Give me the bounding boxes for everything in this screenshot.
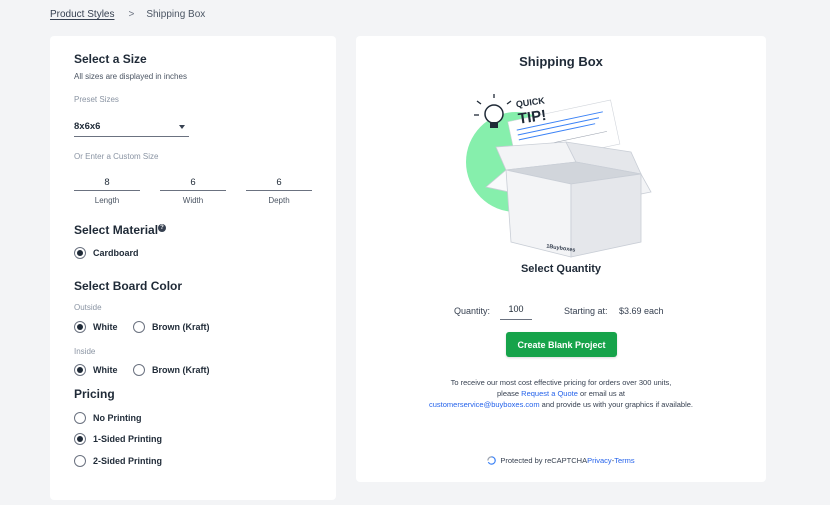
- breadcrumb: Product Styles > Shipping Box: [50, 9, 205, 20]
- request-quote-link[interactable]: Request a Quote: [521, 389, 578, 398]
- depth-field: 6 Depth: [246, 174, 312, 205]
- radio-empty-icon: [133, 364, 145, 376]
- select-quantity-heading: Select Quantity: [520, 263, 602, 275]
- outside-brown-label: Brown (Kraft): [152, 322, 210, 332]
- board-color-heading: Select Board Color: [74, 279, 183, 293]
- length-label: Length: [94, 196, 120, 205]
- select-size-heading: Select a Size: [74, 52, 147, 66]
- inside-brown-radio[interactable]: Brown (Kraft): [133, 364, 210, 376]
- material-cardboard-label: Cardboard: [93, 248, 139, 258]
- preset-sizes-label: Preset Sizes: [74, 95, 119, 104]
- outside-brown-radio[interactable]: Brown (Kraft): [133, 321, 210, 333]
- options-panel: Select a Size All sizes are displayed in…: [50, 36, 336, 500]
- radio-selected-icon: [74, 433, 86, 445]
- pricing-heading: Pricing: [74, 387, 115, 401]
- product-panel: Shipping Box QUICK TIP! 1Buyboxes Select…: [356, 36, 766, 482]
- recaptcha-notice: Protected by reCAPTCHA Privacy - Terms: [356, 456, 766, 465]
- recaptcha-privacy-link[interactable]: Privacy: [587, 456, 612, 465]
- radio-empty-icon: [74, 412, 86, 424]
- preset-size-select[interactable]: 8x6x6: [74, 115, 189, 137]
- chevron-down-icon: [179, 125, 185, 129]
- length-input[interactable]: 8: [74, 174, 140, 191]
- size-subtitle: All sizes are displayed in inches: [74, 72, 187, 81]
- pricing-option-label: 2-Sided Printing: [93, 456, 163, 466]
- width-input[interactable]: 6: [160, 174, 226, 191]
- radio-selected-icon: [74, 364, 86, 376]
- depth-label: Depth: [268, 196, 290, 205]
- pricing-2-sided-radio[interactable]: 2-Sided Printing: [74, 455, 162, 467]
- outside-white-radio[interactable]: White: [74, 321, 118, 333]
- pricing-info-text: To receive our most cost effective prici…: [426, 377, 696, 410]
- pricing-no-printing-radio[interactable]: No Printing: [74, 412, 142, 424]
- starting-at-label: Starting at:: [564, 306, 608, 316]
- inside-brown-label: Brown (Kraft): [152, 365, 210, 375]
- material-cardboard-radio[interactable]: Cardboard: [74, 247, 139, 259]
- recaptcha-icon: [487, 456, 497, 465]
- radio-empty-icon: [74, 455, 86, 467]
- pricing-option-label: 1-Sided Printing: [93, 434, 163, 444]
- breadcrumb-product-styles-link[interactable]: Product Styles: [50, 9, 114, 20]
- create-blank-project-button[interactable]: Create Blank Project: [506, 332, 617, 357]
- info-line-1: To receive our most cost effective prici…: [450, 378, 672, 387]
- inside-label: Inside: [74, 347, 96, 356]
- pricing-option-label: No Printing: [93, 413, 142, 423]
- width-label: Width: [182, 196, 204, 205]
- radio-selected-icon: [74, 321, 86, 333]
- recaptcha-terms-link[interactable]: Terms: [614, 456, 634, 465]
- width-field: 6 Width: [160, 174, 226, 205]
- length-field: 8 Length: [74, 174, 140, 205]
- starting-price: $3.69 each: [619, 306, 664, 316]
- quantity-label: Quantity:: [454, 306, 491, 316]
- info-or-email: or email us at: [577, 389, 625, 398]
- product-image: QUICK TIP! 1Buyboxes: [466, 94, 652, 258]
- info-please: please: [496, 389, 522, 398]
- depth-input[interactable]: 6: [246, 174, 312, 191]
- inside-white-label: White: [93, 365, 118, 375]
- recaptcha-text: Protected by reCAPTCHA: [500, 456, 588, 465]
- custom-size-label: Or Enter a Custom Size: [74, 152, 159, 161]
- outside-white-label: White: [93, 322, 118, 332]
- radio-selected-icon: [74, 247, 86, 259]
- help-icon[interactable]: ?: [158, 224, 166, 232]
- product-title: Shipping Box: [519, 54, 603, 69]
- info-tail: and provide us with your graphics if ava…: [539, 400, 693, 409]
- radio-empty-icon: [133, 321, 145, 333]
- select-material-heading: Select Material: [74, 223, 159, 237]
- breadcrumb-separator: >: [128, 9, 135, 20]
- pricing-1-sided-radio[interactable]: 1-Sided Printing: [74, 433, 162, 445]
- outside-label: Outside: [74, 303, 102, 312]
- customer-service-email-link[interactable]: customerservice@buyboxes.com: [429, 400, 540, 409]
- preset-size-value: 8x6x6: [74, 121, 101, 132]
- open-box-illustration: [485, 141, 652, 258]
- quantity-input[interactable]: 100: [500, 304, 532, 320]
- breadcrumb-current: Shipping Box: [146, 9, 206, 20]
- inside-white-radio[interactable]: White: [74, 364, 118, 376]
